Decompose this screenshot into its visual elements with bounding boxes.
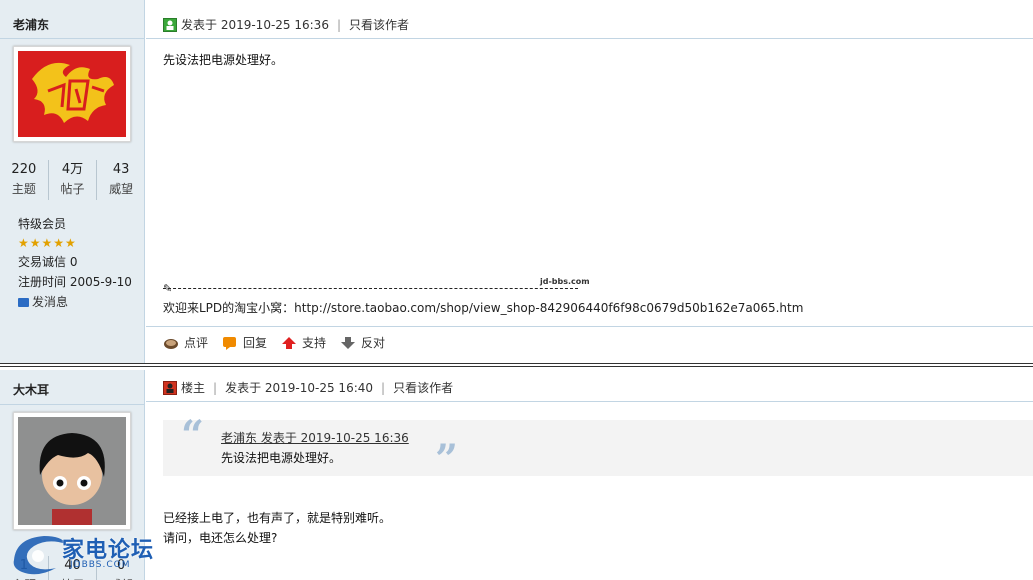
user-group[interactable]: 特级会员 — [18, 214, 132, 234]
avatar-image — [18, 417, 126, 525]
separator: | — [213, 381, 218, 395]
signature-divider: ✎ jd-bbs.com — [163, 277, 603, 295]
avatar[interactable] — [13, 412, 131, 530]
avatar-image — [18, 51, 126, 137]
comment-label: 点评 — [184, 336, 209, 350]
author-sidebar: 老浦东 220 主题 4万 帖子 43 威望 特级会员 ★★★★★ 交易诚信 0… — [0, 0, 145, 364]
support-button[interactable]: 支持 — [281, 335, 326, 351]
comment-icon — [164, 339, 178, 349]
separator: | — [381, 381, 386, 395]
post-meta: 发表于 2019-10-25 16:36 | 只看该作者 — [163, 17, 409, 33]
dashed-line — [163, 288, 578, 289]
post-body-line: 已经接上电了，也有声了，就是特别难听。 — [163, 511, 392, 525]
post-separator — [0, 363, 1033, 364]
stat-label: 帖子 — [60, 182, 85, 196]
post-time: 发表于 2019-10-25 16:36 — [181, 18, 329, 32]
stat-value: 4万 — [61, 162, 84, 177]
online-status-icon — [163, 18, 177, 32]
divider — [146, 326, 1033, 327]
post-body: 先设法把电源处理好。 — [163, 53, 284, 67]
open-quote-icon: “ — [181, 412, 205, 459]
only-author-link[interactable]: 只看该作者 — [393, 380, 453, 396]
separator: | — [336, 18, 341, 32]
reply-label: 回复 — [243, 336, 268, 350]
envelope-icon — [18, 298, 29, 307]
post-1: 老浦东 220 主题 4万 帖子 43 威望 特级会员 ★★★★★ 交易诚信 0… — [0, 0, 1033, 364]
avatar[interactable] — [13, 46, 131, 142]
author-name[interactable]: 老浦东 — [13, 16, 49, 33]
quote-block: “ 老浦东 发表于 2019-10-25 16:36 先设法把电源处理好。 ” — [163, 412, 1033, 483]
stat-value: 220 — [11, 162, 37, 177]
divider — [146, 38, 1033, 39]
post-actions: 点评 回复 支持 反对 — [163, 335, 399, 351]
stat-prestige[interactable]: 43 威望 — [97, 160, 145, 200]
stat-label: 主题 — [11, 182, 36, 196]
post-time: 发表于 2019-10-25 16:40 — [225, 381, 374, 395]
stat-threads[interactable]: 220 主题 — [0, 160, 49, 200]
down-arrow-icon — [341, 337, 356, 349]
send-message-label: 发消息 — [32, 295, 69, 309]
stat-label: 威望 — [109, 182, 134, 196]
pencil-icon: ✎ — [163, 282, 173, 295]
oppose-button[interactable]: 反对 — [340, 335, 385, 351]
divider — [146, 401, 1033, 402]
up-arrow-icon — [282, 337, 297, 349]
reply-button[interactable]: 回复 — [222, 335, 267, 351]
post-body-line: 请问，电还怎么处理? — [163, 531, 278, 545]
quote-citation[interactable]: 老浦东 发表于 2019-10-25 16:36 — [221, 430, 409, 446]
author-stats: 220 主题 4万 帖子 43 威望 — [0, 160, 145, 200]
close-quote-icon: ” — [435, 436, 459, 483]
thread-starter-label: 楼主 — [181, 381, 206, 395]
comment-button[interactable]: 点评 — [163, 335, 208, 351]
member-info: 特级会员 ★★★★★ 交易诚信 0 注册时间 2005-9-10 发消息 — [18, 214, 132, 312]
post-content: 发表于 2019-10-25 16:36 | 只看该作者 先设法把电源处理好。 … — [146, 0, 1033, 364]
site-logo-watermark: 家电论坛 JDBBS.COM — [6, 528, 196, 580]
stat-posts[interactable]: 4万 帖子 — [49, 160, 98, 200]
divider — [0, 38, 145, 39]
quote-text: 先设法把电源处理好。 — [221, 451, 342, 465]
post-meta: 楼主 | 发表于 2019-10-25 16:40 | 只看该作者 — [163, 380, 453, 396]
rank-stars-icon: ★★★★★ — [18, 236, 77, 250]
post-body: 已经接上电了，也有声了，就是特别难听。 请问，电还怎么处理? — [163, 508, 391, 548]
logo-subtitle: JDBBS.COM — [70, 560, 131, 570]
trade-credit: 交易诚信 0 — [18, 255, 78, 269]
stat-value: 43 — [112, 162, 130, 177]
send-message-link[interactable]: 发消息 — [18, 292, 132, 312]
signature-watermark: jd-bbs.com — [540, 277, 590, 286]
register-date: 注册时间 2005-9-10 — [18, 275, 132, 289]
author-name[interactable]: 大木耳 — [13, 381, 49, 398]
support-label: 支持 — [302, 336, 327, 350]
reply-icon — [223, 337, 237, 350]
thread-starter-icon — [163, 381, 177, 395]
signature-text[interactable]: 欢迎来LPD的淘宝小窝：http://store.taobao.com/shop… — [163, 300, 803, 316]
post-content: 楼主 | 发表于 2019-10-25 16:40 | 只看该作者 “ 老浦东 … — [146, 370, 1033, 580]
logo-swoosh-icon — [13, 536, 66, 575]
only-author-link[interactable]: 只看该作者 — [349, 17, 409, 33]
divider — [0, 404, 145, 405]
oppose-label: 反对 — [361, 336, 386, 350]
post-separator — [0, 366, 1033, 367]
